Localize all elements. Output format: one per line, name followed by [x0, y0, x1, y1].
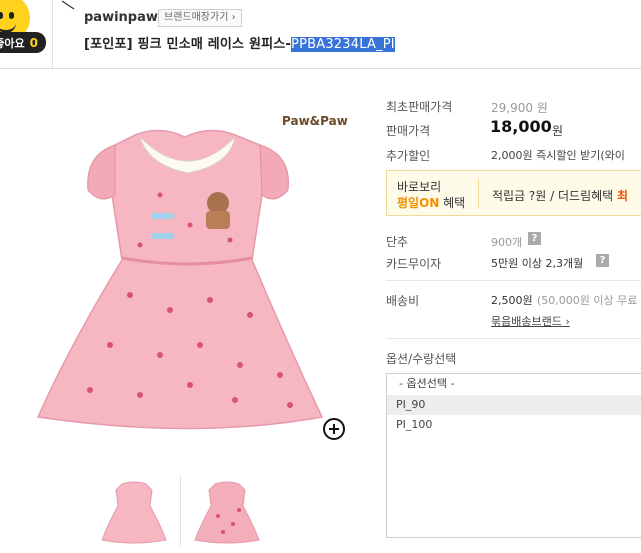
help-question-icon[interactable]: ?: [528, 232, 541, 245]
card-installment-value: 5만원 이상 2,3개월: [491, 257, 584, 270]
promo-line2: 평일ON 혜택: [397, 195, 465, 211]
sale-price-value: 18,000: [490, 117, 552, 136]
card-installment-label: 카드무이자: [386, 257, 442, 271]
shipping-extra: (50,000원 이상 무료: [537, 294, 638, 307]
divider-line: [386, 338, 641, 339]
extra-discount-label: 추가할인: [386, 149, 431, 163]
sale-price-label: 판매가격: [386, 124, 431, 138]
option-item[interactable]: PI_90: [387, 395, 641, 415]
sale-price-unit: 원: [552, 124, 564, 138]
help-question-icon[interactable]: ?: [596, 254, 609, 267]
extra-discount-value[interactable]: 2,000원 즉시할인 받기(와이: [491, 147, 625, 163]
bundle-shipping-label: 묶음배송브랜드: [491, 315, 562, 328]
zoom-plus-icon[interactable]: [323, 418, 345, 440]
like-counter: 좋아요 0: [0, 32, 46, 53]
brand-store-button[interactable]: 브랜드매장가기 ›: [158, 9, 242, 27]
like-label: 좋아요: [0, 36, 25, 50]
short-label: 단추: [386, 235, 409, 249]
option-select-label: 옵션/수량선택: [386, 352, 457, 366]
option-placeholder[interactable]: - 옵션선택 -: [387, 374, 641, 394]
product-title: [포인포] 핑크 민소매 레이스 원피스-PPBA3234LA_PI: [84, 33, 395, 52]
promo-right-highlight: 최: [617, 189, 629, 203]
promo-right-text: 적립금 ?원 / 더드림혜택: [492, 189, 618, 203]
bundle-shipping-link[interactable]: 묶음배송브랜드 ›: [491, 313, 570, 329]
shipping-value: 2,500원: [491, 294, 533, 307]
option-item[interactable]: PI_100: [387, 415, 641, 435]
like-badge[interactable]: 좋아요 0: [0, 0, 46, 58]
product-main-image[interactable]: Paw&Paw: [30, 95, 350, 440]
option-listbox[interactable]: - 옵션선택 - PI_90 PI_100: [386, 373, 641, 538]
shipping-label: 배송비: [386, 294, 420, 308]
promo-right: 적립금 ?원 / 더드림혜택 최: [492, 187, 628, 204]
promo-line1: 바로보리: [397, 180, 442, 194]
promo-line2-rest: 혜택: [439, 196, 466, 210]
thumbnail-front[interactable]: [100, 476, 168, 544]
product-code-selected: PPBA3234LA_PI: [291, 37, 395, 52]
header-divider: [52, 0, 53, 68]
product-title-main: [포인포] 핑크 민소매 레이스 원피스-: [84, 37, 292, 52]
original-price-label: 최초판매가격: [386, 100, 453, 114]
thumbnail-back[interactable]: [193, 476, 261, 544]
image-logo-text: Paw&Paw: [282, 114, 348, 128]
chevron-right-icon: ›: [231, 12, 236, 23]
promo-highlight: 평일ON: [397, 196, 440, 210]
promo-left: 바로보리 평일ON 혜택: [397, 179, 465, 211]
brand-store-label: 브랜드매장가기: [164, 12, 229, 23]
thumb-divider: [180, 476, 181, 546]
header-bottom-border: [0, 68, 641, 69]
chevron-right-icon: ›: [565, 315, 570, 328]
promo-divider: [478, 179, 479, 209]
promo-box[interactable]: 바로보리 평일ON 혜택 적립금 ?원 / 더드림혜택 최: [386, 170, 641, 216]
like-count: 0: [29, 35, 38, 50]
original-price-value: 29,900 원: [491, 101, 548, 115]
divider-line: [386, 280, 641, 281]
brand-name[interactable]: pawinpaw: [84, 10, 158, 25]
header-slash-decoration: [61, 0, 75, 10]
short-value: 900개: [491, 236, 523, 249]
